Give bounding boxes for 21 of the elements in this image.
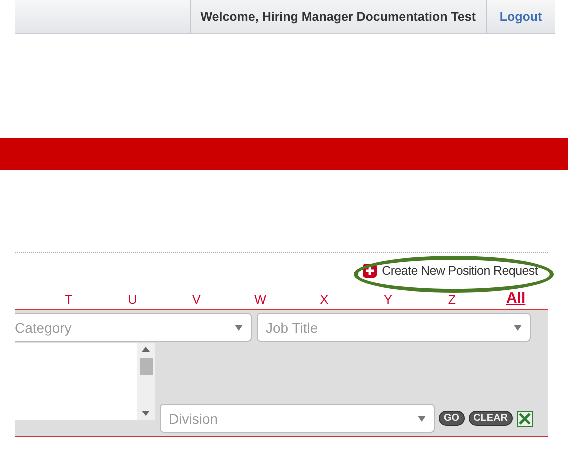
create-request-link[interactable]: Create New Position Request [363, 264, 538, 278]
clear-button[interactable]: CLEAR [468, 411, 514, 426]
letter-filter-tab[interactable]: W [254, 293, 266, 307]
welcome-text: Welcome, Hiring Manager Documentation Test [190, 0, 487, 33]
job-title-dropdown[interactable]: Job Title [257, 313, 531, 342]
letter-filter-tab[interactable]: V [192, 293, 201, 307]
caret-icon [235, 324, 243, 330]
category-dropdown[interactable]: Category [15, 313, 252, 342]
letter-filter-tab[interactable]: T [65, 293, 73, 307]
letter-filter-tab[interactable]: All [506, 291, 526, 307]
caret-icon [514, 324, 522, 330]
caret-icon [418, 416, 426, 422]
go-button[interactable]: GO [439, 411, 465, 426]
letter-filter-tab[interactable]: U [128, 293, 138, 307]
scrollbar[interactable] [137, 343, 155, 420]
letter-filter-tab[interactable]: X [320, 293, 329, 307]
logout-link[interactable]: Logout [487, 0, 555, 33]
division-dropdown[interactable]: Division [160, 404, 435, 433]
spreadsheet-icon[interactable] [517, 410, 534, 426]
letter-filter-tab[interactable]: Y [384, 293, 392, 307]
letter-filter-tab[interactable]: Z [448, 293, 456, 307]
